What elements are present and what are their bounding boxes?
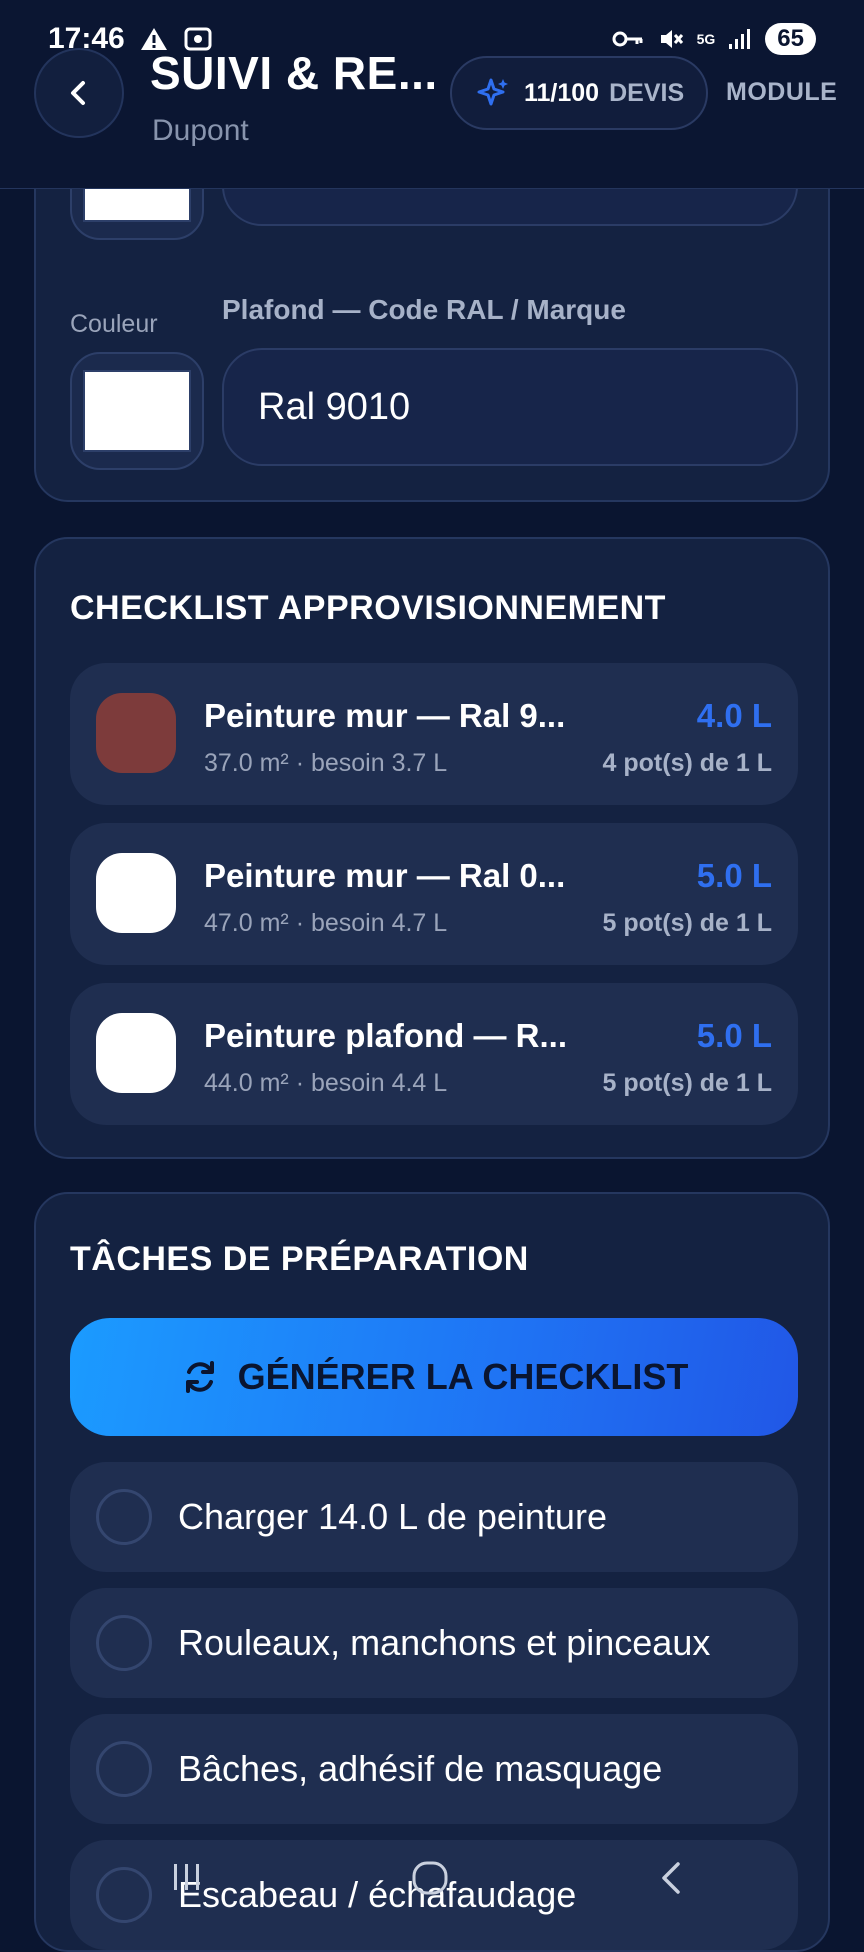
supply-item[interactable]: Peinture mur — Ral 0... 47.0 m² · besoin… [70, 823, 798, 965]
generate-checklist-label: GÉNÉRER LA CHECKLIST [237, 1356, 689, 1397]
signal-icon [727, 27, 753, 51]
supply-item-meta: 47.0 m² · besoin 4.7 L [204, 909, 448, 937]
supply-item-pots: 5 pot(s) de 1 L [602, 909, 772, 937]
supply-item-name: Peinture plafond — R... [204, 1017, 568, 1054]
status-bar: 17:46 5G 65 [0, 0, 864, 78]
chevron-left-icon [71, 81, 85, 105]
supply-checklist-title: CHECKLIST APPROVISIONNEMENT [70, 589, 666, 627]
task-label: Bâches, adhésif de masquage [178, 1748, 663, 1789]
devis-count: 11/100 [524, 78, 600, 107]
refresh-icon [185, 1361, 214, 1393]
devis-label: DEVIS [609, 78, 685, 107]
color-label: Couleur [70, 310, 158, 338]
back-nav-button[interactable] [656, 1860, 686, 1901]
supply-item-quantity: 5.0 L [696, 857, 772, 894]
back-nav-icon [662, 1862, 680, 1894]
supply-item-name: Peinture mur — Ral 9... [204, 697, 566, 734]
network-type: 5G [696, 31, 716, 47]
task-label: Rouleaux, manchons et pinceaux [178, 1622, 711, 1663]
supply-item-quantity: 5.0 L [696, 1017, 772, 1054]
task-item[interactable]: Rouleaux, manchons et pinceaux [70, 1588, 798, 1698]
supply-item-pots: 5 pot(s) de 1 L [602, 1069, 772, 1097]
task-checkbox[interactable] [96, 1615, 152, 1671]
task-checkbox[interactable] [96, 1741, 152, 1797]
supply-item-meta: 37.0 m² · besoin 3.7 L [204, 749, 448, 777]
home-icon [412, 1861, 448, 1895]
warning-icon [139, 25, 169, 53]
task-item[interactable]: Charger 14.0 L de peinture [70, 1462, 798, 1572]
supply-checklist-card: CHECKLIST APPROVISIONNEMENT Peinture mur… [34, 537, 830, 1159]
recents-icon [174, 1864, 199, 1890]
screenshot-icon [183, 25, 213, 53]
recents-button[interactable] [170, 1860, 204, 1899]
battery-indicator: 65 [765, 23, 816, 55]
status-time: 17:46 [48, 22, 125, 55]
supply-item-quantity: 4.0 L [696, 697, 772, 734]
home-button[interactable] [410, 1860, 450, 1901]
prep-tasks-title: TÂCHES DE PRÉPARATION [70, 1240, 529, 1278]
system-nav-bar [0, 1850, 864, 1920]
task-item[interactable]: Bâches, adhésif de masquage [70, 1714, 798, 1824]
task-checkbox[interactable] [96, 1489, 152, 1545]
generate-checklist-button[interactable]: GÉNÉRER LA CHECKLIST [70, 1318, 798, 1436]
ceiling-ral-input[interactable]: Ral 9010 [222, 348, 798, 466]
supply-item-name: Peinture mur — Ral 0... [204, 857, 566, 894]
supply-item-pots: 4 pot(s) de 1 L [602, 749, 772, 777]
supply-item[interactable]: Peinture plafond — R... 44.0 m² · besoin… [70, 983, 798, 1125]
paint-color-swatch [96, 693, 176, 773]
prep-tasks-card: TÂCHES DE PRÉPARATION GÉNÉRER LA CHECKLI… [34, 1192, 830, 1952]
sparkle-icon [477, 78, 508, 106]
battery-level: 65 [777, 25, 804, 52]
task-label: Charger 14.0 L de peinture [178, 1496, 607, 1537]
mute-icon [657, 25, 685, 53]
supply-item[interactable]: Peinture mur — Ral 9... 37.0 m² · besoin… [70, 663, 798, 805]
key-icon [611, 27, 645, 51]
ceiling-color-swatch-button[interactable] [70, 352, 204, 470]
ceiling-color-swatch [83, 370, 191, 452]
paint-color-swatch [96, 853, 176, 933]
page-subtitle: Dupont [152, 114, 249, 147]
paint-color-swatch [96, 1013, 176, 1093]
ceiling-ral-label: Plafond — Code RAL / Marque [222, 294, 626, 325]
module-button[interactable]: MODULE [726, 78, 837, 107]
supply-item-meta: 44.0 m² · besoin 4.4 L [204, 1069, 448, 1097]
